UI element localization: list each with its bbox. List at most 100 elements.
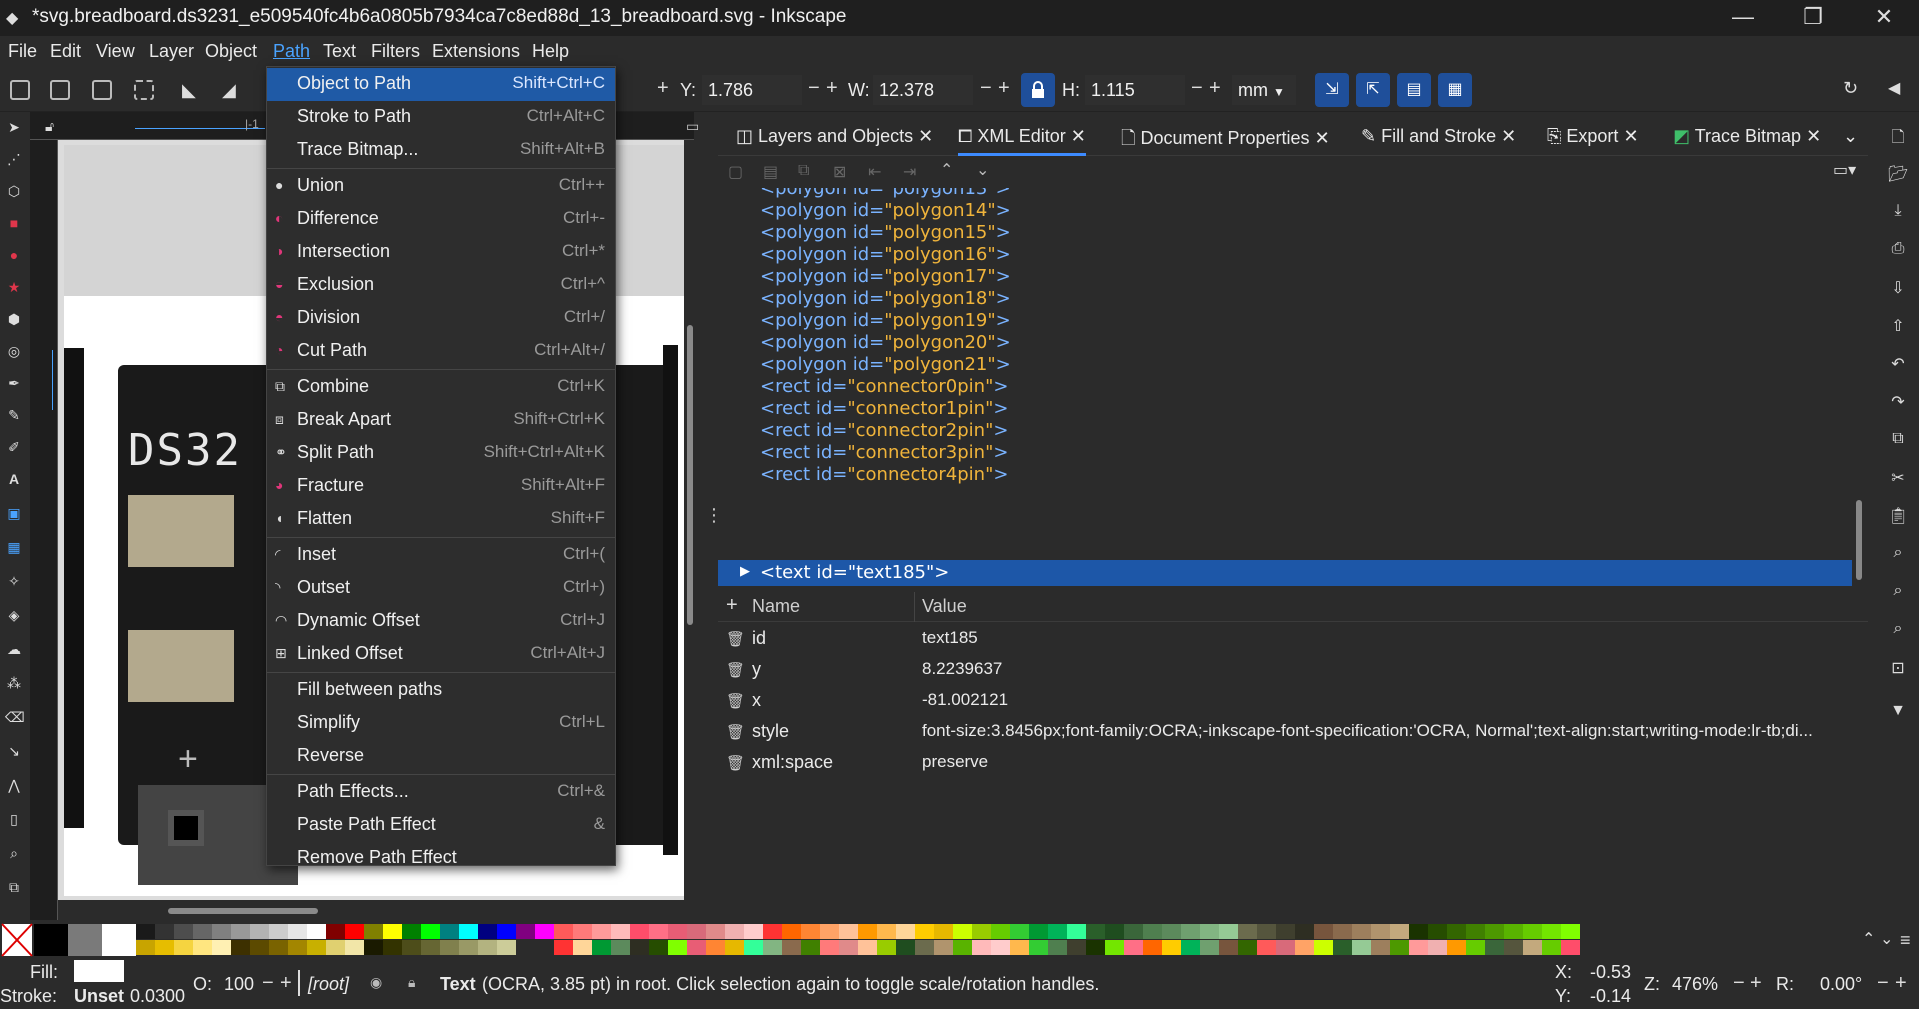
lock-guides-icon[interactable]: 🔓︎ — [45, 118, 54, 135]
tab-xml-editor[interactable]: ⧠ XML Editor ✕ — [958, 126, 1086, 156]
color-swatch[interactable] — [573, 924, 592, 939]
color-swatch[interactable] — [535, 924, 554, 939]
minimize-button[interactable]: — — [1708, 0, 1778, 36]
color-swatch[interactable] — [611, 924, 630, 939]
xml-node[interactable]: <polygon id="polygon15"> — [760, 222, 1011, 243]
color-swatch[interactable] — [155, 924, 174, 939]
color-swatch[interactable] — [991, 940, 1010, 955]
color-swatch[interactable] — [1143, 940, 1162, 955]
zoom-page-icon[interactable]: ⌕ — [1888, 620, 1908, 640]
expand-triangle-icon[interactable]: ▶ — [740, 563, 750, 579]
mesh-tool-icon[interactable]: ▦ — [5, 538, 23, 556]
xml-node[interactable]: <rect id="connector1pin"> — [760, 398, 1008, 419]
color-swatch[interactable] — [1466, 924, 1485, 939]
menu-item-intersection[interactable]: ◑ Intersection Ctrl+* — [267, 236, 615, 269]
color-swatch[interactable] — [288, 924, 307, 939]
menu-edit[interactable]: Edit — [50, 41, 81, 62]
color-swatch[interactable] — [744, 924, 763, 939]
color-swatch[interactable] — [68, 924, 102, 956]
text-tool-icon[interactable]: A — [5, 470, 23, 488]
color-swatch[interactable] — [630, 940, 649, 955]
menu-item-dynamic-offset[interactable]: ◠ Dynamic Offset Ctrl+J — [267, 605, 615, 638]
layout-menu-icon[interactable]: ▭▾ — [1833, 160, 1856, 180]
color-swatch[interactable] — [1086, 924, 1105, 939]
color-swatch[interactable] — [1390, 924, 1409, 939]
color-swatch[interactable] — [1276, 940, 1295, 955]
xml-tree-scrollbar[interactable] — [1856, 500, 1862, 580]
color-swatch[interactable] — [174, 924, 193, 939]
x-plus-button[interactable]: + — [657, 77, 669, 100]
color-swatch[interactable] — [364, 940, 383, 955]
color-swatch[interactable] — [1409, 924, 1428, 939]
scale-corners-button[interactable]: ⇱ — [1356, 73, 1390, 107]
color-swatch[interactable] — [687, 940, 706, 955]
color-swatch[interactable] — [478, 924, 497, 939]
menu-help[interactable]: Help — [532, 41, 569, 62]
color-swatch[interactable] — [915, 940, 934, 955]
w-input[interactable]: 12.378 — [873, 75, 973, 105]
palette-swatches[interactable]: ⌃ ⌄ ≡ — [0, 922, 1919, 958]
spiral-tool-icon[interactable]: ◎ — [5, 342, 23, 360]
rectangle-tool-icon[interactable]: ■ — [5, 214, 23, 232]
attribute-name[interactable]: id — [752, 628, 766, 649]
xml-node[interactable]: <rect id="connector4pin"> — [760, 464, 1008, 485]
dropper-tool-icon[interactable]: ✧ — [5, 572, 23, 590]
menu-item-reverse[interactable]: Reverse — [267, 740, 615, 773]
color-swatch[interactable] — [687, 924, 706, 939]
h-minus-button[interactable]: − — [1191, 77, 1203, 100]
unit-select[interactable]: mm ▼ — [1232, 75, 1296, 105]
rotate-ccw-icon[interactable]: ◣ — [182, 80, 196, 101]
menu-item-paste-path-effect[interactable]: Paste Path Effect & — [267, 809, 615, 842]
color-swatch[interactable] — [1181, 924, 1200, 939]
menu-item-path-effects[interactable]: Path Effects... Ctrl+& — [267, 776, 615, 809]
indent-node-icon[interactable]: ⇥ — [903, 162, 916, 182]
select-all-icon[interactable] — [10, 80, 30, 100]
color-swatch[interactable] — [516, 924, 535, 939]
tweak-spray-tool-icon[interactable]: ☁ — [5, 640, 23, 658]
color-swatch[interactable] — [839, 924, 858, 939]
color-swatch[interactable] — [288, 940, 307, 955]
new-document-icon[interactable]: 🗋︎ — [1888, 126, 1908, 146]
menu-item-inset[interactable]: ◜ Inset Ctrl+( — [267, 539, 615, 572]
new-element-node-icon[interactable]: ▢ — [728, 162, 743, 182]
color-swatch[interactable] — [1352, 940, 1371, 955]
color-swatch[interactable] — [1067, 940, 1086, 955]
select-all-layers-icon[interactable] — [50, 80, 70, 100]
color-swatch[interactable] — [858, 924, 877, 939]
transform-patterns-button[interactable]: ▦ — [1438, 73, 1472, 107]
color-swatch[interactable] — [630, 924, 649, 939]
color-swatch[interactable] — [1162, 940, 1181, 955]
redo-icon[interactable]: ↷ — [1888, 392, 1908, 412]
transform-gradients-button[interactable]: ▤ — [1397, 73, 1431, 107]
color-swatch[interactable] — [1561, 924, 1580, 939]
xml-node-partial[interactable]: <polygon id="polygon13"> — [760, 188, 1011, 199]
attribute-value[interactable]: -81.002121 — [922, 690, 1872, 710]
more-commands-icon[interactable]: ▼ — [1888, 702, 1908, 722]
color-swatch[interactable] — [1257, 924, 1276, 939]
color-swatch[interactable] — [102, 924, 136, 956]
color-swatch[interactable] — [1314, 924, 1333, 939]
color-swatch[interactable] — [326, 924, 345, 939]
color-swatch[interactable] — [820, 924, 839, 939]
color-swatch[interactable] — [1200, 924, 1219, 939]
color-swatch[interactable] — [402, 940, 421, 955]
color-swatch[interactable] — [1238, 940, 1257, 955]
color-swatch[interactable] — [1181, 940, 1200, 955]
color-swatch[interactable] — [497, 940, 516, 955]
delete-attribute-icon[interactable]: 🗑︎ — [726, 754, 745, 772]
copy-icon[interactable]: ⧉ — [1888, 430, 1908, 450]
zoom-fit-icon[interactable]: ⊡ — [1888, 658, 1908, 678]
color-swatch[interactable] — [421, 940, 440, 955]
color-swatch[interactable] — [991, 924, 1010, 939]
zoom-minus[interactable]: − — [1733, 972, 1745, 995]
color-swatch[interactable] — [725, 940, 744, 955]
attribute-name[interactable]: xml:space — [752, 752, 833, 773]
color-swatch[interactable] — [972, 924, 991, 939]
color-swatch[interactable] — [725, 924, 744, 939]
menu-file[interactable]: File — [8, 41, 37, 62]
menu-object[interactable]: Object — [205, 41, 257, 62]
y-plus-button[interactable]: + — [826, 77, 838, 100]
color-swatch[interactable] — [1485, 940, 1504, 955]
display-mode-icon[interactable]: ▭ — [686, 118, 699, 135]
menu-item-cut-path[interactable]: ◔ Cut Path Ctrl+Alt+/ — [267, 335, 615, 368]
